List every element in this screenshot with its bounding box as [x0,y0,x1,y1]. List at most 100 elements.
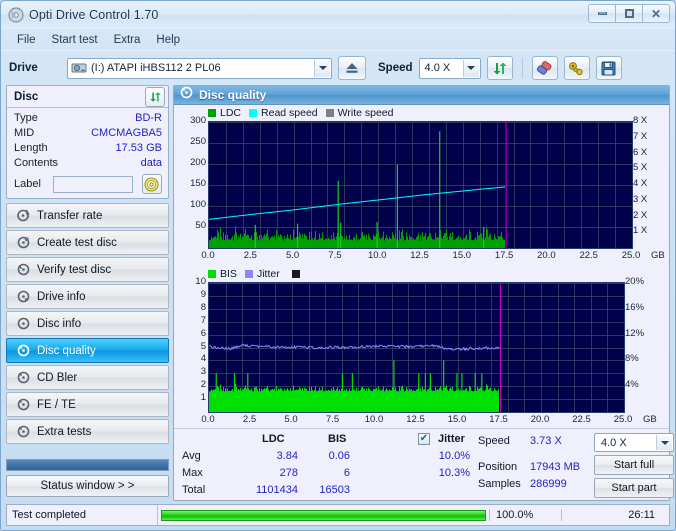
stats-panel: LDC BIS ✔ Jitter Avg 3.84 0.06 10.0% Max… [174,428,674,502]
disc-key-contents: Contents [14,157,59,169]
toolbar-divider [521,58,523,78]
menu-item-start-test[interactable]: Start test [44,32,106,48]
sidebar-item-disc-info[interactable]: Disc info [6,311,169,336]
disc-row-mid: MID CMCMAGBA5 [14,126,162,141]
menu-item-help[interactable]: Help [148,32,188,48]
y-tick: 1 [200,392,206,404]
disc-refresh-button[interactable] [145,86,165,107]
legend-swatch-read-speed [249,109,258,117]
sidebar-label-fe-te: FE / TE [37,398,76,411]
legend-label-ldc: LDC [220,107,242,119]
maximize-button[interactable] [615,4,643,23]
stats-header-ldc: LDC [262,433,285,445]
legend-swatch-ldc [208,109,216,117]
drive-value: (I:) ATAPI iHBS112 2 PL06 [91,62,221,74]
sidebar-label-cd-bler: CD Bler [37,371,78,384]
disc-quality-title-icon [180,86,193,104]
start-full-button[interactable]: Start full [594,455,674,475]
stats-samples-label: Samples [478,478,521,490]
disc-label-row: Label [14,174,162,194]
y-tick: 300 [190,115,206,126]
disc-value-type: BD-R [135,112,162,124]
stats-left: LDC BIS ✔ Jitter Avg 3.84 0.06 10.0% Max… [180,433,472,498]
drive-info-icon [16,290,30,304]
sidebar-item-cd-bler[interactable]: CD Bler [6,365,169,390]
status-text: Test completed [12,509,86,521]
app-window: Opti Drive Control 1.70 ✕ File Start tes… [0,0,676,531]
speed-select-arrow[interactable] [462,59,479,77]
y2-tick: 8 X [633,115,648,126]
disc-quality-title: Disc quality [199,88,267,102]
menu-bar: File Start test Extra Help [1,29,675,50]
menu-item-extra[interactable]: Extra [106,32,149,48]
drive-select-arrow[interactable] [314,59,330,77]
minimize-button[interactable] [588,4,616,23]
tools-button[interactable] [563,56,590,80]
save-button[interactable] [595,56,622,80]
y2-tick: 4 X [633,178,648,189]
jitter-checkbox[interactable]: ✔ [418,433,430,445]
elapsed-time: 26:11 [561,509,669,521]
x-tick: 12.5 [406,414,425,425]
stats-right: Speed 3.73 X Position 17943 MB Samples 2… [472,433,674,498]
stats-max-bis: 6 [343,467,350,479]
sidebar-label-extra-tests: Extra tests [37,425,92,438]
series-jitter [209,342,500,352]
stats-speed-label: Speed [478,435,510,447]
sidebar-item-extra-tests[interactable]: Extra tests [6,419,169,444]
sidebar-item-verify-test-disc[interactable]: Verify test disc [6,257,169,282]
stats-max-ldc: 278 [279,467,298,479]
y2-tick: 1 X [633,225,648,237]
legend-swatch-write-speed [325,109,334,117]
close-button[interactable]: ✕ [642,4,670,23]
legend-label-bis: BIS [220,268,237,280]
x-tick: 5.0 [284,414,298,425]
y2-tick: 20% [625,276,645,287]
x-tick: 10.0 [367,250,387,261]
disc-panel-header: Disc [7,86,168,108]
start-part-button[interactable]: Start part [594,478,674,498]
x-tick: 5.0 [285,250,300,261]
disc-info-list: Type BD-R MID CMCMAGBA5 Length 17.53 GB … [7,108,168,198]
disc-cd-button[interactable] [141,174,162,194]
chart-top-plot-area [208,121,633,249]
disc-bler-icon [16,371,30,385]
ldc-chart[interactable]: 50 100 150 200 250 300 1 X 2 X 3 X 4 X 5 X 6 X 7 X 8 … [178,115,665,264]
x-tick: 22.5 [572,414,591,425]
y2-tick: 3 X [633,193,648,205]
speed-label: Speed [378,62,413,74]
test-speed-value: 4.0 X [601,436,627,449]
eject-button[interactable] [338,56,366,80]
drive-select[interactable]: (I:) ATAPI iHBS112 2 PL06 [67,57,332,79]
bis-chart-legend: BIS Jitter [208,268,665,280]
y2-tick: 8% [625,353,639,365]
menu-item-file[interactable]: File [9,32,44,48]
disc-label-input[interactable] [53,175,134,193]
test-speed-select-arrow[interactable] [656,435,672,450]
x-tick: 17.5 [489,414,508,425]
y2-tick: 5 X [633,162,648,174]
cd-icon [144,176,160,192]
minimize-icon [597,12,607,15]
refresh-button[interactable] [486,56,513,80]
drive-toolbar: Drive (I:) ATAPI iHBS112 2 PL06 Speed 4.… [1,50,675,85]
y-tick: 50 [195,220,206,231]
sidebar-item-disc-quality[interactable]: Disc quality [6,338,169,363]
chevron-down-icon [660,440,669,445]
speed-select[interactable]: 4.0 X [418,57,481,79]
bis-jitter-chart[interactable]: 1 2 3 4 5 6 7 8 9 10 4% 8% 12% 16% 20% 0.0 2.5 5.0 7.5 10.0… [178,276,665,428]
test-speed-select[interactable]: 4.0 X [594,433,674,452]
erase-button[interactable] [531,56,558,80]
chart-bot-data-layer [209,283,501,412]
x-tick: 0.0 [201,414,215,425]
series-ldc [209,131,505,248]
y2-tick: 4% [625,379,639,391]
disc-panel-title: Disc [14,90,39,103]
sidebar-item-create-test-disc[interactable]: Create test disc [6,230,169,255]
sidebar-item-drive-info[interactable]: Drive info [6,284,169,309]
sidebar-item-transfer-rate[interactable]: Transfer rate [6,203,169,228]
status-window-button[interactable]: Status window > > [6,475,169,497]
sidebar-item-fe-te[interactable]: FE / TE [6,392,169,417]
y-tick: 100 [190,199,206,210]
legend-swatch-bis [208,270,216,278]
